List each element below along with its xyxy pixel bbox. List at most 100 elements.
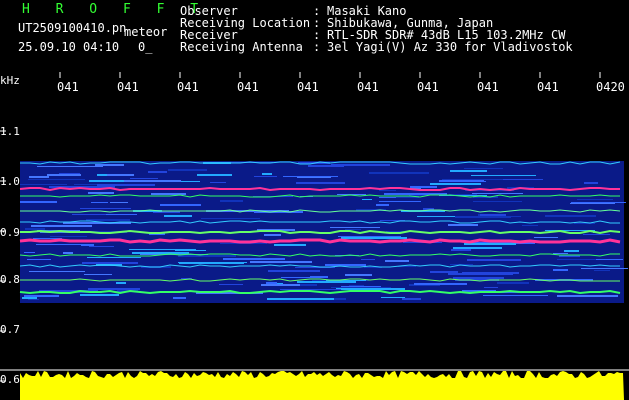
- noise-streak: [47, 174, 81, 176]
- noise-streak: [361, 259, 375, 260]
- noise-streak: [451, 249, 471, 251]
- noise-streak: [577, 199, 613, 200]
- noise-streak: [467, 259, 521, 261]
- noise-streak: [250, 261, 312, 263]
- noise-streak: [283, 176, 338, 177]
- noise-streak: [95, 164, 124, 166]
- noise-streak: [268, 270, 320, 272]
- noise-streak: [379, 201, 421, 202]
- noise-streak: [24, 252, 35, 253]
- noise-streak: [557, 259, 596, 260]
- noise-streak: [63, 252, 73, 254]
- noise-streak: [450, 170, 487, 172]
- noise-streak: [571, 202, 626, 203]
- noise-streak: [267, 298, 334, 300]
- noise-streak: [410, 186, 437, 188]
- noise-streak: [50, 236, 87, 237]
- noise-streak: [280, 289, 341, 290]
- noise-streak: [297, 177, 331, 178]
- noise-streak: [448, 273, 513, 275]
- noise-streak: [472, 193, 523, 194]
- noise-streak: [274, 244, 306, 246]
- noise-streak: [581, 268, 628, 269]
- noise-streak: [262, 173, 272, 175]
- noise-streak: [130, 178, 158, 179]
- noise-streak: [197, 174, 232, 176]
- noise-streak: [28, 299, 39, 300]
- noise-streak: [483, 295, 548, 296]
- noise-streak: [220, 200, 243, 202]
- noise-streak: [402, 298, 421, 300]
- noise-streak: [31, 225, 92, 227]
- spectrogram-frame: H R O F F T UT2509100410.pn meteor 25.09…: [0, 0, 629, 400]
- noise-streak: [297, 281, 356, 283]
- noise-streak: [570, 203, 615, 204]
- noise-streak: [430, 183, 481, 185]
- noise-streak: [414, 283, 467, 285]
- noise-streak: [89, 246, 114, 247]
- noise-streak: [132, 252, 189, 254]
- noise-streak: [29, 176, 49, 178]
- noise-streak: [574, 223, 595, 224]
- noise-streak: [87, 257, 141, 258]
- noise-streak: [345, 229, 361, 230]
- noise-streak: [594, 270, 610, 271]
- noise-streak: [261, 284, 300, 286]
- noise-streak: [473, 201, 522, 202]
- noise-streak: [464, 168, 503, 169]
- noise-streak: [484, 287, 498, 288]
- noise-streak: [553, 253, 568, 254]
- noise-streak: [164, 215, 192, 217]
- noise-streak: [106, 214, 137, 215]
- noise-streak: [20, 201, 57, 203]
- noise-streak: [27, 259, 51, 260]
- noise-streak: [296, 182, 345, 184]
- noise-streak: [201, 218, 260, 219]
- noise-streak: [557, 295, 618, 297]
- noise-streak: [148, 171, 167, 173]
- noise-streak: [545, 215, 596, 217]
- noise-streak: [80, 208, 131, 209]
- noise-streak: [336, 288, 405, 290]
- noise-streak: [553, 269, 568, 271]
- noise-streak: [168, 169, 207, 171]
- spectrogram-plot: [0, 72, 629, 400]
- noise-streak: [124, 180, 181, 182]
- noise-streak: [442, 179, 503, 180]
- noise-streak: [88, 192, 114, 194]
- noise-streak: [310, 276, 328, 278]
- noise-streak: [446, 271, 458, 273]
- noise-streak: [81, 244, 94, 246]
- noise-streak: [564, 250, 579, 252]
- noise-streak: [223, 258, 285, 260]
- noise-streak: [84, 274, 112, 275]
- noise-streak: [59, 173, 80, 174]
- noise-streak: [376, 204, 389, 206]
- noise-streak: [501, 216, 521, 217]
- noise-streak: [178, 255, 236, 257]
- level-bar: [20, 371, 624, 400]
- noise-streak: [110, 202, 128, 203]
- noise-streak: [175, 250, 206, 251]
- noise-streak: [97, 184, 155, 186]
- noise-streak: [583, 234, 610, 235]
- noise-streak: [480, 214, 506, 216]
- noise-streak: [308, 165, 344, 167]
- noise-streak: [385, 260, 409, 262]
- noise-streak: [29, 271, 85, 272]
- noise-streak: [24, 295, 59, 297]
- noise-streak: [453, 247, 502, 249]
- noise-streak: [173, 297, 186, 299]
- noise-streak: [325, 264, 366, 266]
- noise-streak: [91, 202, 108, 203]
- noise-streak: [331, 287, 391, 288]
- noise-streak: [264, 234, 281, 236]
- noise-streak: [82, 262, 138, 264]
- noise-streak: [178, 262, 247, 263]
- noise-streak: [36, 244, 82, 245]
- noise-streak: [97, 174, 107, 176]
- noise-streak: [345, 274, 372, 276]
- noise-streak: [330, 227, 380, 228]
- noise-streak: [584, 182, 598, 184]
- noise-streak: [341, 237, 407, 239]
